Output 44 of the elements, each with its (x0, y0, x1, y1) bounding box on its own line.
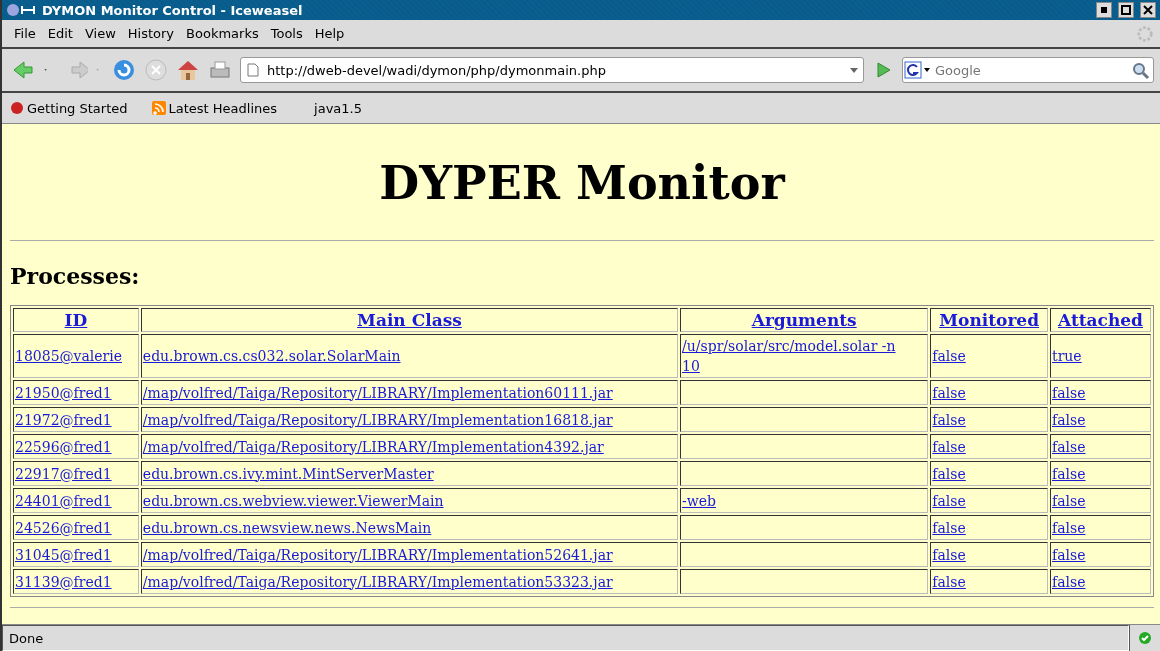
menu-item[interactable]: Tools (264, 26, 309, 41)
minimize-button[interactable] (1096, 2, 1112, 18)
table-cell-link[interactable]: false (932, 348, 966, 364)
table-cell-link[interactable]: false (932, 384, 966, 401)
address-field[interactable]: http://dweb-devel/wadi/dymon/php/dymonmain.php (265, 61, 839, 79)
table-cell-link[interactable]: false (932, 519, 966, 536)
minimize-icon (1101, 7, 1107, 13)
app-icon (6, 3, 36, 17)
menu-item[interactable]: File (8, 26, 42, 41)
table-cell-link[interactable]: false (932, 411, 966, 428)
table-cell-link[interactable]: edu.brown.cs.cs032.solar.SolarMain (142, 348, 401, 364)
section-heading: Processes: (10, 263, 141, 289)
close-icon (1143, 5, 1153, 15)
search-bar[interactable]: Google (902, 57, 1154, 83)
bookmark-link[interactable]: java1.5 (301, 100, 362, 116)
table-cell-link[interactable]: false (932, 546, 966, 563)
table-cell-link[interactable]: false (932, 465, 966, 482)
page-icon (247, 63, 259, 77)
status-text: Done (2, 625, 1129, 651)
table-cell-link[interactable]: false (932, 438, 966, 455)
bookmark-link[interactable]: Getting Started (10, 100, 128, 116)
search-engine-icon[interactable] (903, 60, 931, 80)
secure-check-icon (1138, 631, 1152, 645)
maximize-icon (1121, 5, 1131, 15)
stop-icon[interactable] (144, 58, 168, 82)
menu-item[interactable]: Edit (41, 26, 79, 41)
menu-item[interactable]: Help (308, 26, 351, 41)
menu-item[interactable]: Bookmarks (180, 26, 265, 41)
reload-icon[interactable] (112, 58, 136, 82)
table-cell-link[interactable]: false (932, 573, 966, 590)
close-button[interactable] (1140, 2, 1156, 18)
bookmark-link[interactable]: Latest Headlines (151, 100, 278, 116)
column-header-link[interactable]: Main Class (357, 310, 462, 330)
table-cell-link[interactable]: true (1052, 348, 1082, 364)
table-cell-link[interactable]: false (932, 492, 966, 509)
menu-item[interactable]: History (121, 26, 181, 41)
address-bar[interactable]: http://dweb-devel/wadi/dymon/php/dymonmain.php (240, 57, 864, 83)
page-heading: DYPER Monitor (378, 156, 787, 210)
window-title: DYMON Monitor Control - Iceweasel (42, 2, 304, 18)
rss-feed-icon (151, 101, 166, 115)
home-icon[interactable] (176, 58, 200, 82)
column-header-link[interactable]: ID (64, 310, 88, 330)
menu-item[interactable]: View (78, 26, 122, 41)
maximize-button[interactable] (1118, 2, 1134, 18)
